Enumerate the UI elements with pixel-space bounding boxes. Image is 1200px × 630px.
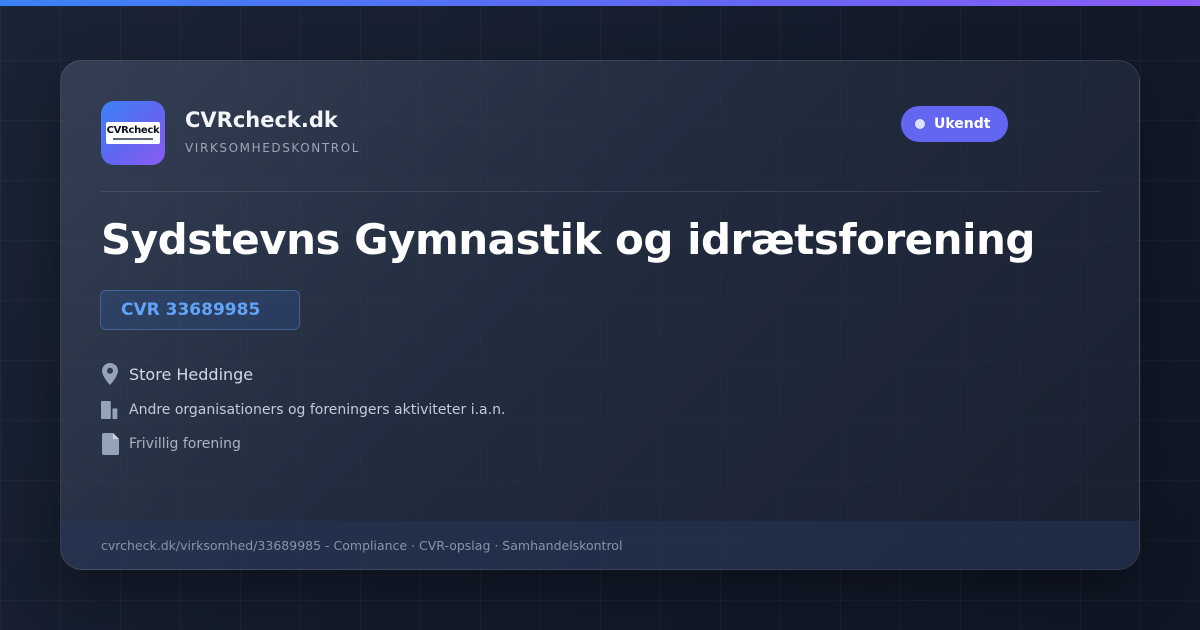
info-row-city: Store Heddinge [101,363,253,385]
info-row-industry: Andre organisationers og foreningers akt… [101,399,505,421]
building-icon [101,399,119,421]
status-dot-icon [915,119,925,129]
company-type: Frivillig forening [129,436,241,452]
top-accent-bar [0,0,1200,6]
header-divider [101,191,1101,192]
status-badge: Ukendt [901,106,1009,142]
map-pin-icon [101,363,119,385]
company-city: Store Heddinge [129,364,254,384]
status-label: Ukendt [934,116,991,132]
brand-name[interactable]: CVRcheck.dk [185,108,338,132]
brand-tagline: VIRKSOMHEDSKONTROL [185,141,361,155]
logo-wordmark: CVRcheck [106,122,160,144]
logo-text: CVRcheck [106,125,160,136]
footer-text[interactable]: cvrcheck.dk/virksomhed/33689985 - Compli… [101,538,622,553]
company-card: CVRcheck CVRcheck.dk VIRKSOMHEDSKONTROL … [60,60,1140,570]
document-icon [101,433,119,455]
logo-underline [113,138,153,140]
card-footer: cvrcheck.dk/virksomhed/33689985 - Compli… [61,521,1139,569]
company-name: Sydstevns Gymnastik og idrætsforening [101,215,1035,264]
cvr-chip: CVR 33689985 [100,290,300,330]
company-industry: Andre organisationers og foreningers akt… [129,402,506,418]
cvr-number: CVR 33689985 [121,300,261,320]
info-row-company-type: Frivillig forening [101,433,241,455]
brand-logo[interactable]: CVRcheck [101,101,165,165]
